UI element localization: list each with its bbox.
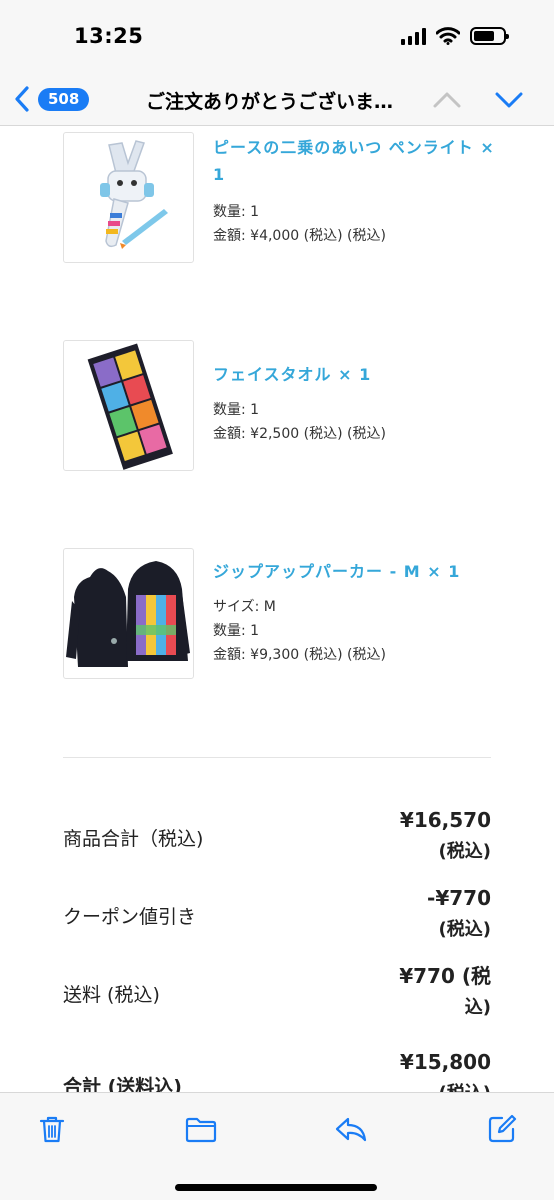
folder-icon xyxy=(185,1117,217,1143)
delete-button[interactable] xyxy=(36,1113,68,1145)
back-button[interactable]: 508 xyxy=(14,82,90,116)
total-label: 合計 (送料込) xyxy=(63,1076,182,1092)
item-price: 金額: ¥4,000 (税込) (税込) xyxy=(213,228,386,244)
status-icons xyxy=(401,27,509,45)
shipping-label: 送料 (税込) xyxy=(63,984,160,1006)
shipping-value: ¥770 (税 込) xyxy=(399,960,491,1024)
move-to-folder-button[interactable] xyxy=(184,1113,220,1145)
penlight-image[interactable] xyxy=(63,132,194,263)
status-time: 13:25 xyxy=(74,24,144,48)
chevron-down-icon xyxy=(495,92,523,108)
item-quantity: 数量: 1 xyxy=(213,402,260,418)
item-size: サイズ: M xyxy=(213,599,276,615)
item-info: フェイスタオル × 1 数量: 1 金額: ¥2,500 (税込) (税込) xyxy=(213,340,503,446)
chevron-up-icon xyxy=(433,92,461,108)
item-price: 金額: ¥9,300 (税込) (税込) xyxy=(213,647,386,663)
subtotal-label: 商品合計（税込) xyxy=(63,828,204,850)
reply-icon xyxy=(335,1117,367,1142)
item-quantity: 数量: 1 xyxy=(213,204,260,220)
coupon-tax-note: (税込) xyxy=(438,919,491,940)
item-name[interactable]: フェイスタオル × 1 xyxy=(213,340,503,388)
nav-bar: 508 ご注文ありがとうございま… xyxy=(0,72,554,126)
email-body[interactable]: ピースの二乗のあいつ ペンライト × 1 数量: 1 金額: ¥4,000 (税… xyxy=(0,126,554,1092)
total-tax-note: (税込) xyxy=(400,1078,491,1092)
item-quantity: 数量: 1 xyxy=(213,623,260,639)
item-info: ピースの二乗のあいつ ペンライト × 1 数量: 1 金額: ¥4,000 (税… xyxy=(213,132,503,248)
subtotal-tax-note: (税込) xyxy=(438,841,491,862)
battery-icon xyxy=(470,27,509,45)
nav-title: ご注文ありがとうございま… xyxy=(146,91,394,113)
hoodie-image[interactable] xyxy=(63,548,194,679)
status-bar: 13:25 xyxy=(0,0,554,72)
home-indicator[interactable] xyxy=(175,1184,377,1191)
divider xyxy=(63,757,491,758)
cellular-signal-icon xyxy=(401,27,426,45)
unread-count-badge: 508 xyxy=(38,87,90,111)
compose-icon xyxy=(488,1114,517,1143)
item-price: 金額: ¥2,500 (税込) (税込) xyxy=(213,426,386,442)
item-info: ジップアップパーカー - M × 1 サイズ: M 数量: 1 金額: ¥9,3… xyxy=(213,548,503,667)
coupon-value: -¥770 (税込) xyxy=(427,882,491,946)
coupon-amount: -¥770 xyxy=(427,886,491,910)
wifi-icon xyxy=(436,27,460,45)
shipping-amount: ¥770 (税 xyxy=(399,964,491,988)
next-message-button[interactable] xyxy=(494,86,524,116)
face-towel-image[interactable] xyxy=(63,340,194,471)
coupon-label: クーポン値引き xyxy=(63,906,197,928)
total-amount: ¥15,800 xyxy=(399,1050,491,1074)
compose-button[interactable] xyxy=(486,1113,518,1145)
reply-button[interactable] xyxy=(334,1113,370,1145)
shipping-tax-note: 込) xyxy=(464,997,491,1018)
total-value: ¥15,800 (税込) xyxy=(400,1046,491,1092)
chevron-left-icon xyxy=(15,86,29,112)
subtotal-value: ¥16,570 (税込) xyxy=(400,804,491,868)
previous-message-button[interactable] xyxy=(432,86,462,116)
trash-icon xyxy=(39,1116,65,1143)
item-name[interactable]: ピースの二乗のあいつ ペンライト × 1 xyxy=(213,132,503,188)
item-name[interactable]: ジップアップパーカー - M × 1 xyxy=(213,548,503,585)
subtotal-amount: ¥16,570 xyxy=(399,808,491,832)
